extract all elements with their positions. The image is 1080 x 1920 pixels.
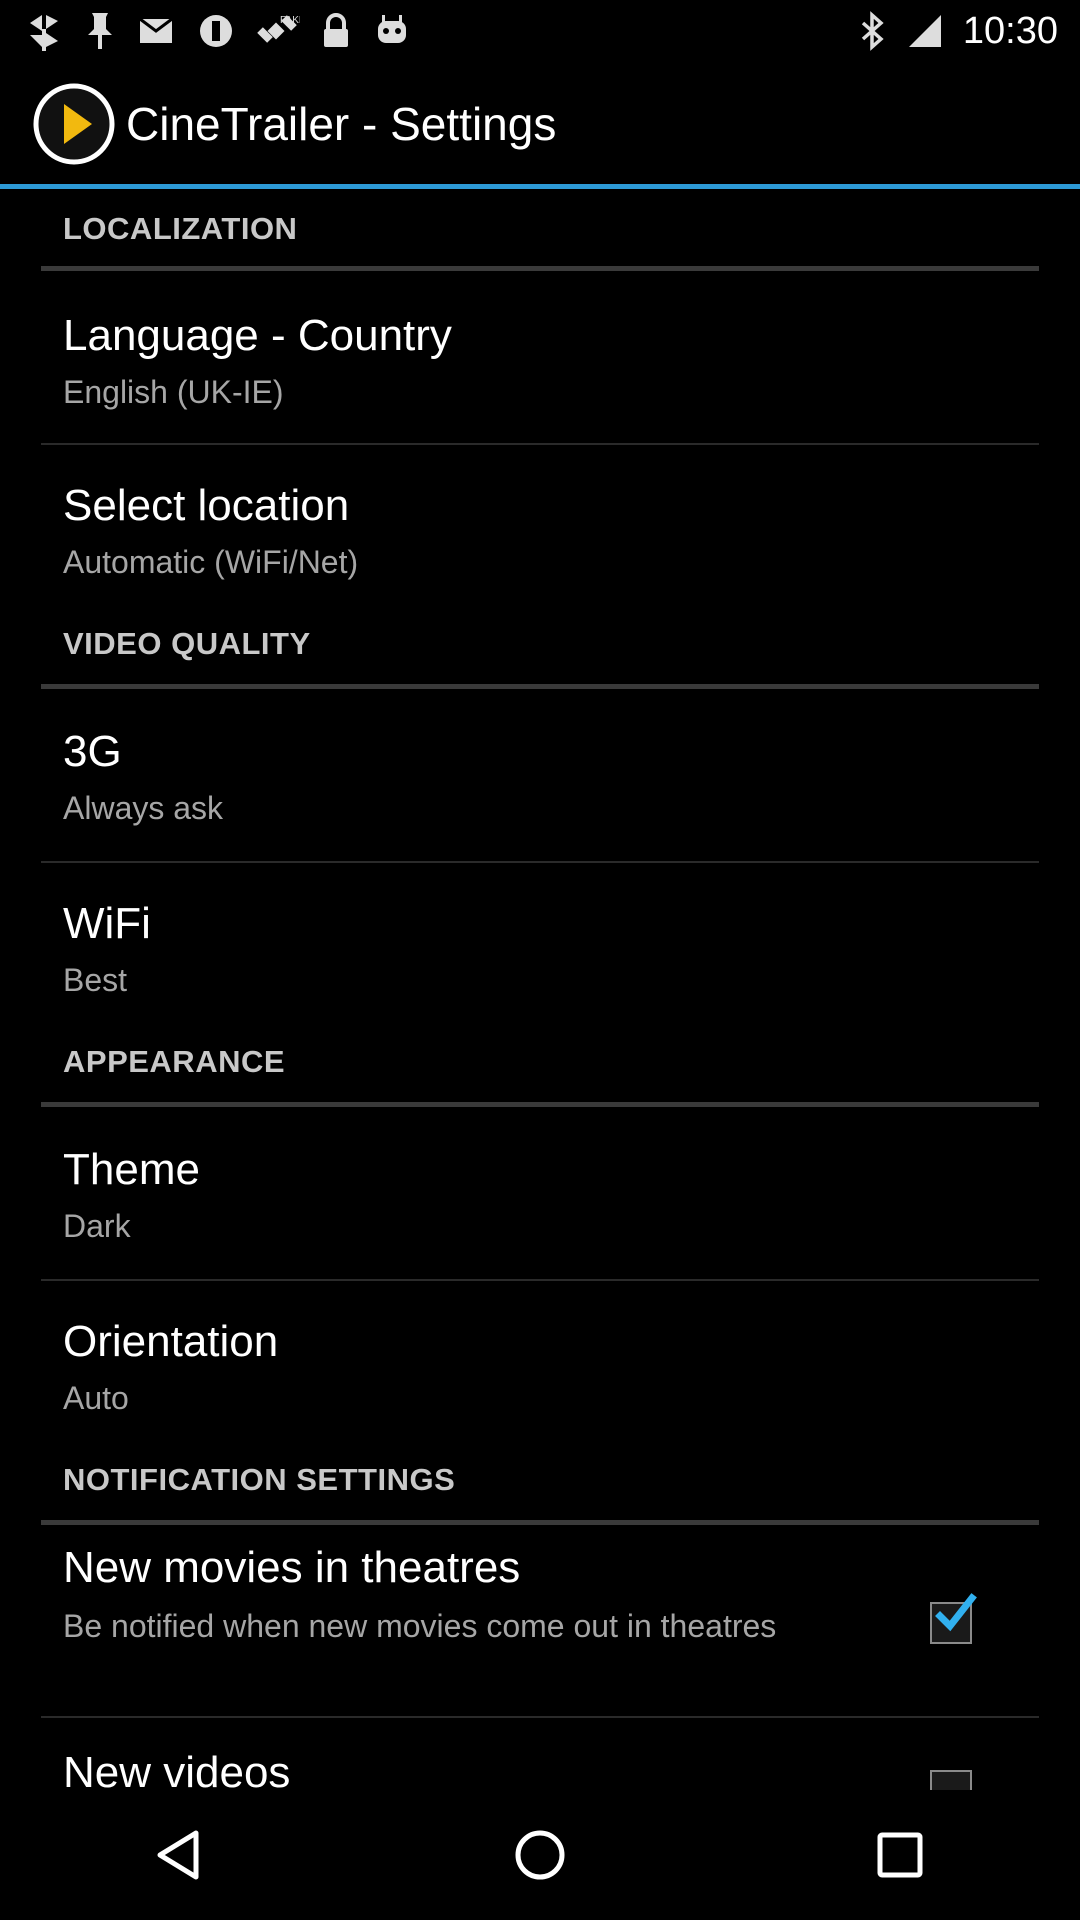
pref-language-country[interactable]: Language - Country English (UK-IE) xyxy=(0,271,1080,445)
status-bar-system-icons: 10:30 xyxy=(859,10,1058,53)
recents-button[interactable] xyxy=(840,1795,960,1915)
app-bar: CineTrailer - Settings xyxy=(0,62,1080,186)
pref-title: Select location xyxy=(63,481,350,530)
pref-title: New videos xyxy=(63,1748,291,1790)
category-title: NOTIFICATION SETTINGS xyxy=(63,1462,456,1497)
settings-list[interactable]: LOCALIZATION Language - Country English … xyxy=(0,189,1080,1790)
pref-title: Language - Country xyxy=(63,311,452,360)
pref-new-videos[interactable]: New videos xyxy=(0,1718,1080,1790)
category-notification-settings: NOTIFICATION SETTINGS xyxy=(0,1450,1080,1525)
mail-icon xyxy=(139,17,173,43)
pref-title: New movies in theatres xyxy=(63,1543,521,1592)
pref-summary: Always ask xyxy=(63,790,224,826)
pref-theme[interactable]: Theme Dark xyxy=(0,1107,1080,1281)
pref-summary: Be notified when new movies come out in … xyxy=(63,1608,777,1644)
category-title: VIDEO QUALITY xyxy=(63,626,311,661)
checkmark-icon xyxy=(935,1593,977,1632)
pinwheel-icon xyxy=(30,15,58,51)
pref-summary: Best xyxy=(63,962,128,998)
pref-title: Theme xyxy=(63,1145,200,1194)
status-bar-time: 10:30 xyxy=(962,9,1058,52)
status-bar-notification-icons: FAKE xyxy=(24,11,412,51)
pref-new-movies-in-theatres[interactable]: New movies in theatres Be notified when … xyxy=(0,1525,1080,1718)
play-circle-icon[interactable] xyxy=(32,82,116,166)
pref-wifi[interactable]: WiFi Best xyxy=(0,863,1080,1032)
home-icon xyxy=(515,1830,565,1880)
pref-3g[interactable]: 3G Always ask xyxy=(0,689,1080,863)
category-localization: LOCALIZATION xyxy=(0,189,1080,271)
category-title: APPEARANCE xyxy=(63,1044,286,1079)
pref-summary: Auto xyxy=(63,1380,129,1416)
pref-summary: Automatic (WiFi/Net) xyxy=(63,544,359,580)
home-button[interactable] xyxy=(480,1795,600,1915)
lock-icon xyxy=(324,13,348,47)
new-videos-checkbox[interactable] xyxy=(930,1770,972,1790)
pref-orientation[interactable]: Orientation Auto xyxy=(0,1281,1080,1450)
category-title: LOCALIZATION xyxy=(63,211,298,246)
recents-icon xyxy=(877,1832,923,1878)
category-video-quality: VIDEO QUALITY xyxy=(0,614,1080,689)
pref-summary: Dark xyxy=(63,1208,131,1244)
back-button[interactable] xyxy=(120,1795,240,1915)
new-movies-checkbox[interactable] xyxy=(930,1593,977,1644)
android-icon xyxy=(378,15,406,43)
category-appearance: APPEARANCE xyxy=(0,1032,1080,1107)
pin-icon xyxy=(88,13,112,49)
page-title: CineTrailer - Settings xyxy=(126,98,557,150)
back-icon xyxy=(157,1830,199,1880)
pref-summary: English (UK-IE) xyxy=(63,374,284,410)
pref-select-location[interactable]: Select location Automatic (WiFi/Net) xyxy=(0,445,1080,614)
navigation-bar xyxy=(0,1790,1080,1920)
pref-title: 3G xyxy=(63,727,122,776)
bluetooth-icon xyxy=(861,11,884,51)
status-bar: FAKE 10:30 xyxy=(0,0,1080,62)
pref-title: Orientation xyxy=(63,1317,279,1366)
signal-icon xyxy=(908,15,941,47)
block-icon xyxy=(200,15,232,47)
satellite-icon: FAKE xyxy=(257,15,300,43)
svg-text:FAKE: FAKE xyxy=(280,15,300,26)
pref-title: WiFi xyxy=(63,899,151,948)
